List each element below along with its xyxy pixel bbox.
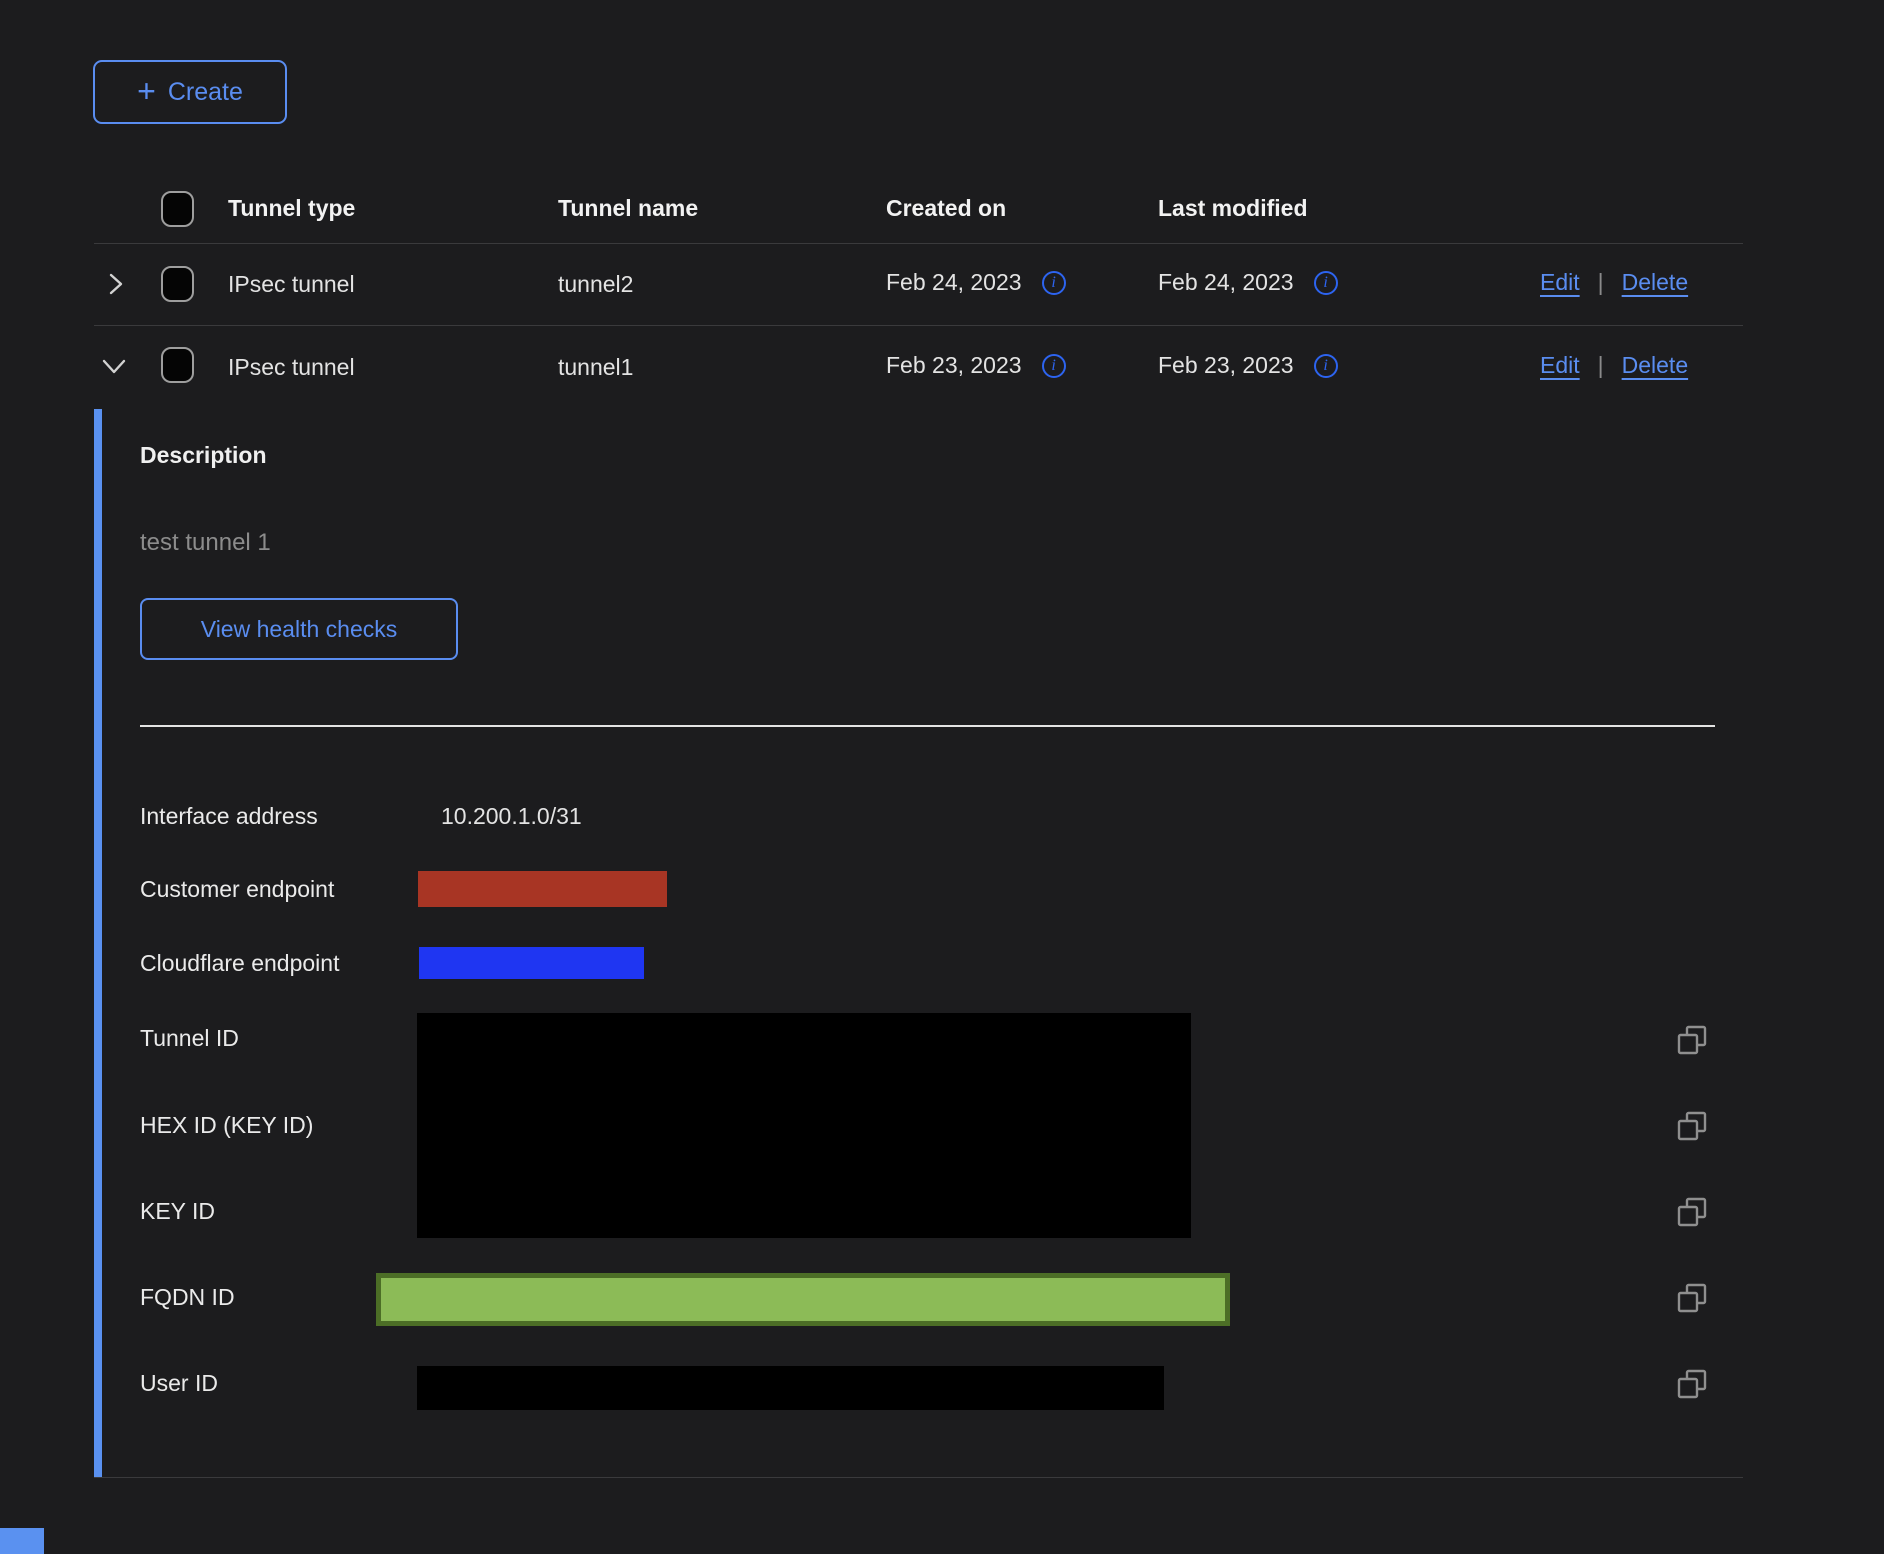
fqdn-id-label: FQDN ID — [140, 1284, 235, 1311]
expanded-tunnel-detail-panel: Description test tunnel 1 View health ch… — [94, 409, 1743, 1477]
row-checkbox[interactable] — [161, 347, 194, 383]
created-on-cell: Feb 24, 2023 i — [886, 269, 1066, 296]
hex-id-label: HEX ID (KEY ID) — [140, 1112, 313, 1139]
create-button[interactable]: + Create — [93, 60, 287, 124]
tunnel-name-cell: tunnel2 — [558, 271, 633, 298]
customer-endpoint-redaction — [418, 871, 667, 907]
last-modified-date: Feb 23, 2023 — [1158, 352, 1294, 379]
created-on-cell: Feb 23, 2023 i — [886, 352, 1066, 379]
copy-user-id-icon[interactable] — [1676, 1368, 1708, 1400]
fqdn-id-redaction — [376, 1273, 1230, 1326]
column-header-created-on: Created on — [886, 195, 1006, 222]
column-header-last-modified: Last modified — [1158, 195, 1308, 222]
edit-link[interactable]: Edit — [1540, 352, 1580, 379]
create-button-label: Create — [168, 78, 243, 107]
info-icon[interactable]: i — [1314, 271, 1338, 295]
ipsec-tunnels-page: + Create Tunnel type Tunnel name Created… — [0, 0, 1884, 1554]
info-icon[interactable]: i — [1042, 271, 1066, 295]
interface-address-label: Interface address — [140, 803, 318, 830]
info-icon[interactable]: i — [1314, 354, 1338, 378]
tunnel-id-label: Tunnel ID — [140, 1025, 239, 1052]
tunnel-type-cell: IPsec tunnel — [228, 354, 355, 381]
table-bottom-divider — [94, 1477, 1743, 1478]
description-label: Description — [140, 442, 267, 469]
info-icon[interactable]: i — [1042, 354, 1066, 378]
chevron-down-icon[interactable] — [100, 356, 128, 378]
edit-link[interactable]: Edit — [1540, 269, 1580, 296]
copy-key-id-icon[interactable] — [1676, 1196, 1708, 1228]
delete-link[interactable]: Delete — [1622, 269, 1688, 296]
select-all-checkbox[interactable] — [161, 191, 194, 227]
last-modified-cell: Feb 23, 2023 i — [1158, 352, 1338, 379]
action-separator: | — [1598, 269, 1604, 296]
copy-hex-id-icon[interactable] — [1676, 1110, 1708, 1142]
created-on-date: Feb 24, 2023 — [886, 269, 1022, 296]
table-row: IPsec tunnel tunnel2 Feb 24, 2023 i Feb … — [0, 243, 1884, 325]
cloudflare-endpoint-redaction — [419, 947, 644, 979]
column-header-tunnel-name: Tunnel name — [558, 195, 698, 222]
tunnel-type-cell: IPsec tunnel — [228, 271, 355, 298]
action-separator: | — [1598, 352, 1604, 379]
last-modified-cell: Feb 24, 2023 i — [1158, 269, 1338, 296]
bottom-left-accent-bar — [0, 1528, 44, 1554]
table-header-row: Tunnel type Tunnel name Created on Last … — [0, 178, 1884, 243]
copy-tunnel-id-icon[interactable] — [1676, 1024, 1708, 1056]
last-modified-date: Feb 24, 2023 — [1158, 269, 1294, 296]
customer-endpoint-label: Customer endpoint — [140, 876, 334, 903]
created-on-date: Feb 23, 2023 — [886, 352, 1022, 379]
user-id-label: User ID — [140, 1370, 218, 1397]
delete-link[interactable]: Delete — [1622, 352, 1688, 379]
row-actions: Edit | Delete — [1540, 269, 1688, 296]
interface-address-value: 10.200.1.0/31 — [441, 803, 582, 830]
key-id-label: KEY ID — [140, 1198, 215, 1225]
user-id-redaction — [417, 1366, 1164, 1410]
tunnel-name-cell: tunnel1 — [558, 354, 633, 381]
description-text: test tunnel 1 — [140, 529, 271, 557]
copy-fqdn-id-icon[interactable] — [1676, 1282, 1708, 1314]
view-health-checks-button[interactable]: View health checks — [140, 598, 458, 660]
plus-icon: + — [137, 75, 156, 107]
column-header-tunnel-type: Tunnel type — [228, 195, 355, 222]
cloudflare-endpoint-label: Cloudflare endpoint — [140, 950, 339, 977]
table-row: IPsec tunnel tunnel1 Feb 23, 2023 i Feb … — [0, 325, 1884, 409]
row-actions: Edit | Delete — [1540, 352, 1688, 379]
section-divider — [140, 725, 1715, 727]
row-checkbox[interactable] — [161, 266, 194, 302]
ids-redaction — [417, 1013, 1191, 1238]
chevron-right-icon[interactable] — [104, 271, 128, 297]
